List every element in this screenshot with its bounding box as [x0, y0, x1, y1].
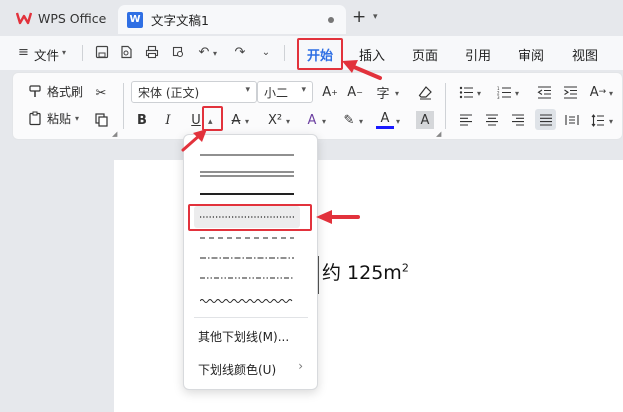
wps-office-tab[interactable]: WPS Office — [8, 5, 114, 31]
highlight-chevron-icon[interactable]: ▾ — [359, 117, 363, 126]
tab-references[interactable]: 引用 — [465, 45, 491, 64]
export-pdf-icon[interactable] — [118, 44, 134, 60]
font-size-select[interactable]: 小二 ▾ — [257, 81, 313, 103]
underline-option-thick[interactable] — [200, 183, 294, 205]
bullet-list-icon[interactable] — [457, 83, 475, 101]
other-underline-menu-item[interactable]: 其他下划线(M)... — [198, 328, 289, 345]
document-text-superscript: 2 — [401, 261, 409, 275]
font-name-select[interactable]: 宋体 (正文) ▾ — [131, 81, 257, 103]
font-size-value: 小二 — [264, 85, 289, 100]
tab-review[interactable]: 审阅 — [518, 45, 544, 64]
undo-icon[interactable]: ↶ — [196, 44, 212, 60]
text-direction-chevron-icon[interactable]: ▾ — [609, 89, 613, 98]
font-color-button[interactable]: A — [376, 111, 394, 129]
divider — [82, 45, 83, 61]
underline-chevron-highlight-box — [202, 106, 223, 131]
paste-icon — [27, 111, 43, 127]
paste-label: 粘贴 — [47, 112, 72, 126]
phonetic-guide-icon[interactable]: 字 — [374, 83, 392, 102]
divider — [445, 83, 446, 129]
wps-logo-icon — [16, 12, 32, 25]
text-effect-chevron-icon[interactable]: ▾ — [322, 117, 326, 126]
tab-list-chevron-icon[interactable]: ▾ — [373, 12, 378, 22]
char-shading-button[interactable]: A — [416, 111, 434, 129]
text-cursor — [318, 256, 319, 294]
font-size-chevron-icon: ▾ — [301, 85, 306, 95]
divider — [123, 83, 124, 129]
print-icon[interactable] — [144, 44, 160, 60]
dotted-option-highlight-box — [188, 204, 312, 231]
document-tab[interactable]: W 文字文稿1 — [118, 5, 346, 34]
font-expand-icon[interactable]: ◢ — [436, 130, 441, 138]
document-text-body: 约 125m — [322, 262, 402, 284]
document-text[interactable]: 约 125m2 — [322, 258, 409, 285]
line-spacing-icon[interactable] — [589, 111, 607, 129]
phonetic-chevron-icon[interactable]: ▾ — [395, 89, 399, 98]
align-center-icon[interactable] — [483, 111, 501, 129]
increase-indent-icon[interactable] — [561, 83, 579, 101]
tab-page[interactable]: 页面 — [412, 45, 438, 64]
title-tab-bar: WPS Office W 文字文稿1 + ▾ — [0, 0, 623, 36]
align-right-icon[interactable] — [509, 111, 527, 129]
font-color-chevron-icon[interactable]: ▾ — [396, 117, 400, 126]
font-name-value: 宋体 (正文) — [138, 85, 200, 100]
shrink-font-icon[interactable]: A − — [346, 83, 364, 101]
numbered-list-icon[interactable]: 123 — [495, 83, 513, 101]
underline-option-dash-dot-dot[interactable] — [200, 267, 294, 289]
file-menu[interactable]: 文件 — [34, 45, 59, 64]
underline-option-dash-dot[interactable] — [200, 247, 294, 269]
superscript-button[interactable]: X² — [264, 111, 286, 129]
text-direction-icon[interactable]: A → — [589, 83, 607, 101]
bold-button[interactable]: B — [133, 111, 151, 129]
underline-option-double[interactable] — [200, 163, 294, 185]
save-icon[interactable] — [94, 44, 110, 60]
align-left-icon[interactable] — [457, 111, 475, 129]
strikethrough-chevron-icon[interactable]: ▾ — [245, 117, 249, 126]
strikethrough-button[interactable]: A — [227, 111, 245, 129]
file-menu-chevron-icon[interactable]: ▾ — [62, 48, 66, 57]
clipboard-expand-icon[interactable]: ◢ — [112, 130, 117, 138]
grow-font-icon[interactable]: A + — [321, 83, 339, 101]
underline-style-dropdown: 其他下划线(M)... 下划线颜色(U) › — [183, 134, 318, 390]
superscript-chevron-icon[interactable]: ▾ — [286, 117, 290, 126]
unsaved-dot-icon[interactable] — [328, 16, 334, 23]
svg-text:3: 3 — [497, 95, 500, 99]
print-preview-icon[interactable] — [170, 44, 186, 60]
undo-chevron-icon[interactable]: ▾ — [213, 49, 217, 58]
text-effect-button[interactable]: A — [303, 111, 321, 129]
redo-icon[interactable]: ↷ — [232, 44, 248, 60]
format-painter-icon — [27, 84, 43, 100]
format-painter-label: 格式刷 — [47, 85, 84, 99]
word-doc-icon: W — [127, 11, 143, 28]
distribute-icon[interactable] — [563, 111, 581, 129]
cut-icon[interactable]: ✂ — [93, 85, 109, 101]
copy-icon[interactable] — [93, 111, 109, 127]
clear-format-icon[interactable] — [416, 83, 434, 101]
paste-button[interactable]: 粘贴 ▾ — [27, 110, 79, 127]
home-tab-highlight-box — [297, 38, 343, 70]
line-spacing-chevron-icon[interactable]: ▾ — [609, 117, 613, 126]
dropdown-divider — [194, 317, 308, 318]
format-painter-button[interactable]: 格式刷 — [27, 83, 83, 100]
italic-button[interactable]: I — [159, 111, 177, 129]
hamburger-menu-icon[interactable]: ≡ — [18, 45, 29, 60]
decrease-indent-icon[interactable] — [535, 83, 553, 101]
new-tab-button[interactable]: + — [352, 9, 366, 26]
highlight-icon[interactable]: ✎ — [340, 111, 358, 129]
numbered-list-chevron-icon[interactable]: ▾ — [515, 89, 519, 98]
divider — [284, 45, 285, 61]
home-ribbon: 格式刷 ✂ 粘贴 ▾ ◢ 宋体 (正文) ▾ 小二 ▾ A + A − 字 ▾ B … — [12, 72, 623, 140]
tab-insert[interactable]: 插入 — [359, 45, 385, 64]
tab-view[interactable]: 视图 — [572, 45, 598, 64]
bullet-list-chevron-icon[interactable]: ▾ — [477, 89, 481, 98]
underline-option-wavy[interactable] — [200, 290, 294, 312]
justify-icon[interactable] — [535, 109, 556, 130]
paste-chevron-icon[interactable]: ▾ — [75, 114, 79, 123]
font-name-chevron-icon: ▾ — [245, 85, 250, 95]
customize-toolbar-chevron-icon[interactable]: ⌄ — [258, 44, 274, 60]
document-tab-label: 文字文稿1 — [151, 13, 209, 28]
submenu-chevron-right-icon: › — [298, 359, 303, 373]
app-tab-label: WPS Office — [38, 10, 107, 26]
underline-color-menu-item[interactable]: 下划线颜色(U) — [198, 361, 276, 378]
